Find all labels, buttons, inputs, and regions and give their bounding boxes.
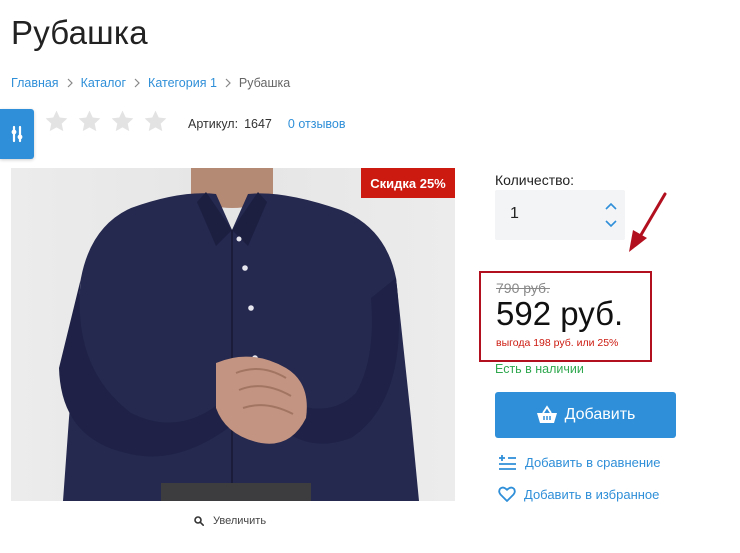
zoom-label: Увеличить bbox=[213, 515, 267, 527]
heart-icon bbox=[498, 486, 516, 502]
page-title: Рубашка bbox=[11, 14, 148, 51]
star-icon[interactable] bbox=[110, 109, 135, 134]
chevron-right-icon bbox=[217, 78, 239, 88]
star-icon[interactable] bbox=[143, 109, 168, 134]
article-value: 1647 bbox=[244, 117, 272, 131]
quantity-stepper[interactable]: 1 bbox=[495, 190, 625, 240]
saving-text: выгода 198 руб. или 25% bbox=[496, 337, 619, 349]
add-to-favorites-link[interactable]: Добавить в избранное bbox=[498, 486, 659, 502]
chevron-down-icon[interactable] bbox=[603, 216, 619, 230]
add-to-cart-button[interactable]: Добавить bbox=[495, 392, 676, 438]
breadcrumb-home[interactable]: Главная bbox=[11, 76, 59, 90]
reviews-link[interactable]: 0 отзывов bbox=[288, 117, 346, 131]
sort-icon bbox=[11, 125, 23, 143]
star-icon[interactable] bbox=[77, 109, 102, 134]
basket-icon bbox=[536, 405, 557, 423]
search-icon bbox=[194, 516, 204, 526]
product-meta: Артикул: 1647 0 отзывов bbox=[188, 117, 346, 131]
compare-label: Добавить в сравнение bbox=[525, 454, 661, 470]
arrow-icon bbox=[629, 192, 667, 252]
chevron-right-icon bbox=[59, 78, 81, 88]
quantity-label: Количество: bbox=[495, 172, 575, 188]
add-to-compare-link[interactable]: Добавить в сравнение bbox=[498, 454, 661, 470]
favorite-label: Добавить в избранное bbox=[524, 486, 660, 502]
article-label: Артикул: bbox=[188, 117, 239, 131]
chevron-right-icon bbox=[126, 78, 148, 88]
discount-badge: Скидка 25% bbox=[361, 168, 455, 198]
stock-status: Есть в наличии bbox=[495, 362, 584, 376]
rating-stars[interactable] bbox=[44, 109, 168, 134]
old-price: 790 руб. bbox=[496, 280, 550, 296]
quantity-value[interactable]: 1 bbox=[510, 205, 519, 223]
current-price: 592 руб. bbox=[496, 295, 624, 332]
product-image[interactable] bbox=[11, 168, 455, 501]
zoom-link[interactable]: Увеличить bbox=[194, 515, 266, 527]
compare-icon bbox=[499, 455, 516, 470]
chevron-up-icon[interactable] bbox=[603, 199, 619, 213]
breadcrumb: Главная Каталог Категория 1 Рубашка bbox=[11, 76, 290, 90]
add-button-label: Добавить bbox=[564, 406, 636, 423]
star-icon[interactable] bbox=[44, 109, 69, 134]
breadcrumb-category[interactable]: Категория 1 bbox=[148, 76, 217, 90]
breadcrumb-catalog[interactable]: Каталог bbox=[81, 76, 126, 90]
sort-panel-button[interactable] bbox=[0, 109, 34, 159]
price-block: 790 руб. 592 руб. выгода 198 руб. или 25… bbox=[479, 271, 652, 362]
breadcrumb-current: Рубашка bbox=[238, 76, 291, 90]
